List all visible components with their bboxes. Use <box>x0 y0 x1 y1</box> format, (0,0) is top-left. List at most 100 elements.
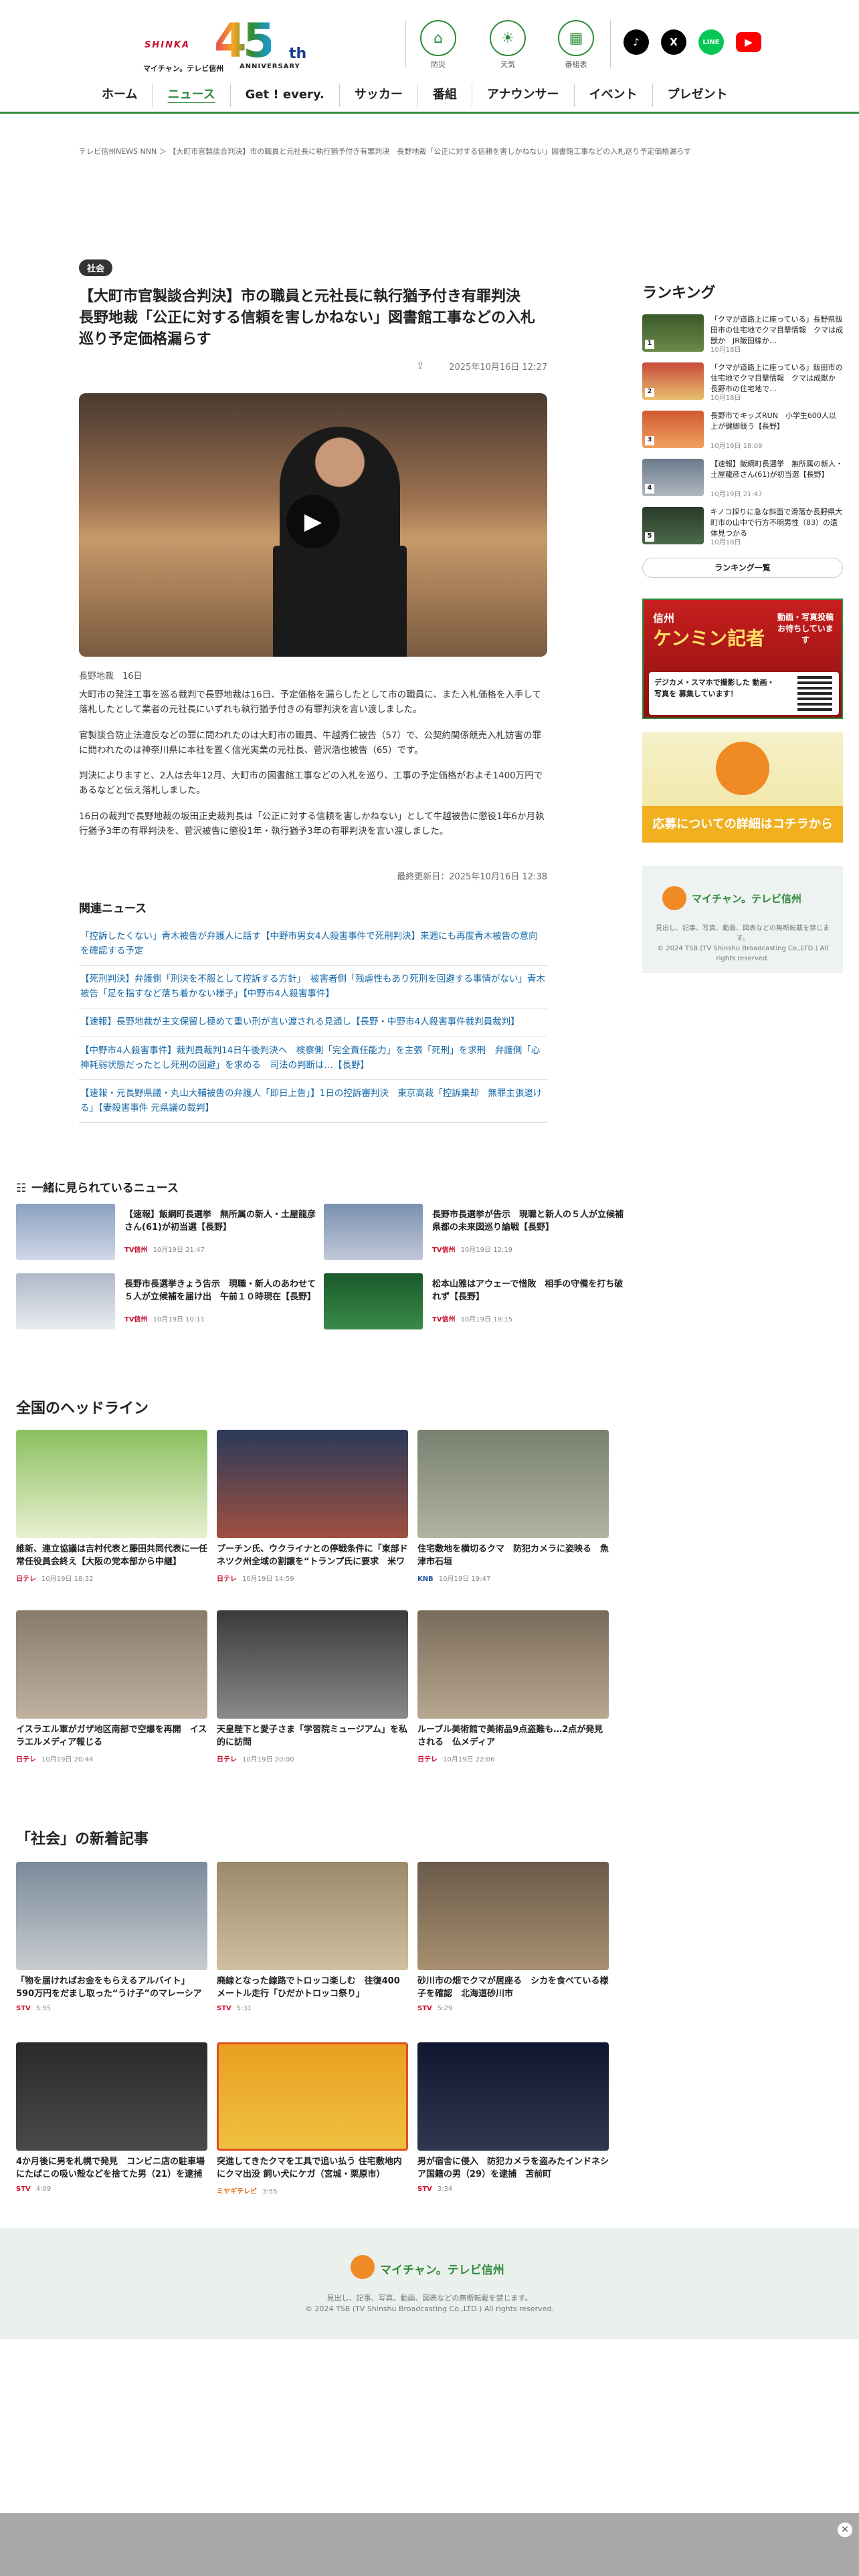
headline-card[interactable]: ルーブル美術館で美術品9点盗難も…2点が発見される 仏メディア 日テレ 10月19… <box>417 1610 609 1764</box>
headline-thumbnail <box>417 1430 609 1538</box>
related-link[interactable]: 【速報・元長野県議・丸山大輔被告の弁護人「即日上告」】1日の控訴審判決 東京高裁… <box>79 1080 547 1123</box>
headline-card[interactable]: プーチン氏、ウクライナとの停戦条件に「東部ドネツク州全域の割譲を“トランプ氏に要… <box>217 1430 408 1584</box>
headline-meta: KNB 10月19日 19:47 <box>417 1573 490 1583</box>
nav-programs[interactable]: 番組 <box>418 84 472 107</box>
society-meta: ミヤギテレビ 3:55 <box>217 2185 277 2195</box>
video-player[interactable]: ▶ <box>79 393 547 657</box>
headline-thumbnail <box>217 1430 408 1538</box>
recommend-text: 長野市長選挙きょう告示 現職・新人のあわせて５人が立候補を届け出 午前１０時現在… <box>124 1279 316 1302</box>
weather-icon: ☀ <box>490 20 526 56</box>
recommend-thumbnail <box>324 1204 423 1260</box>
line-icon[interactable]: LINE <box>698 29 724 55</box>
society-card[interactable]: 男が宿舎に侵入 防犯カメラを盗みたインドネシア国籍の男（29）を逮捕 苫前町 S… <box>417 2042 609 2196</box>
article-body: 大町市の発注工事を巡る裁判で長野地裁は16日、予定価格を漏らしたとして市の職員に… <box>79 687 547 849</box>
ranking-item[interactable]: 2 「クマが道路上に座っている」飯田市の住宅地でクマ目撃情報 クマは成獣か 長野… <box>642 362 843 402</box>
logo-number: 45 <box>214 15 275 67</box>
ranking-text: 【速報】飯綱町長選挙 無所属の新人・土屋龍彦さん(61)が初当選【長野】 <box>710 459 843 479</box>
article-paragraph: 16日の裁判で長野地裁の坂田正史裁判長は「公正に対する信頼を害しかねない」として… <box>79 811 545 837</box>
society-thumbnail <box>417 1862 609 1970</box>
nav-get-every[interactable]: Get ! every. <box>231 84 340 107</box>
nav-news[interactable]: ニュース <box>153 84 231 107</box>
disaster-icon: ⌂ <box>420 20 456 56</box>
headline-text: プーチン氏、ウクライナとの停戦条件に「東部ドネツク州全域の割譲を“トランプ氏に要… <box>217 1544 408 1567</box>
nav-events[interactable]: イベント <box>575 84 653 107</box>
ranking-item[interactable]: 1 「クマが道路上に座っている」長野県飯田市の住宅地でクマ目撃情報 クマは成獣か… <box>642 314 843 354</box>
headline-card[interactable]: 維新、連立協議は吉村代表と藤田共同代表に一任 常任役員会終え【大阪の党本部から中… <box>16 1430 207 1584</box>
source-logo: TV信州 <box>124 1247 148 1254</box>
recommend-item[interactable]: 松本山雅はアウェーで惜敗 相手の守備を打ち破れず【長野】 TV信州 10月19日 … <box>324 1273 632 1329</box>
nav-soccer[interactable]: サッカー <box>340 84 418 107</box>
recommend-item[interactable]: 【速報】飯綱町長選挙 無所属の新人・土屋龍彦さん(61)が初当選【長野】 TV信… <box>16 1204 324 1260</box>
weather-link[interactable]: ☀ 天気 <box>484 20 531 70</box>
recommend-heading-text: 一緒に見られているニュース <box>31 1182 179 1195</box>
site-header: SHINKA 45 th マイチャン。テレビ信州 ANNIVERSARY ⌂ 防… <box>0 0 859 114</box>
recommend-item[interactable]: 長野市長選挙が告示 現職と新人の５人が立候補 県都の未来図巡り論戦【長野】 TV… <box>324 1204 632 1260</box>
society-card[interactable]: 廃線となった線路でトロッコ楽しむ 往復400メートル走行「ひだかトロッコ祭り」 … <box>217 1862 408 2016</box>
tiktok-icon[interactable]: ♪ <box>624 29 649 55</box>
headline-card[interactable]: 住宅敷地を横切るクマ 防犯カメラに姿映る 魚津市石垣 KNB 10月19日 19:… <box>417 1430 609 1584</box>
source-logo: 日テレ <box>217 1576 237 1583</box>
headline-card[interactable]: イスラエル軍がガザ地区南部で空爆を再開 イスラエルメディア報じる 日テレ 10月1… <box>16 1610 207 1764</box>
nav-announcers[interactable]: アナウンサー <box>472 84 575 107</box>
recommend-meta: TV信州 10月19日 21:47 <box>124 1244 205 1254</box>
close-icon[interactable]: ✕ <box>838 2523 852 2537</box>
source-logo: STV <box>16 2185 31 2193</box>
related-link[interactable]: 【死刑判決】弁護側「刑決を不服として控訴する方針」 被害者側「残虐性もあり死刑を… <box>79 966 547 1009</box>
headline-meta: 日テレ 10月19日 20:44 <box>16 1753 93 1763</box>
society-text: 突進してきたクマを工具で追い払う 住宅敷地内にクマ出没 飼い犬にケガ（宮城・栗原… <box>217 2157 402 2179</box>
ranking-text: キノコ採りに急な斜面で滑落か長野県大町市の山中で行方不明男性（83）の遺体見つか… <box>710 508 843 538</box>
nav-home[interactable]: ホーム <box>87 84 153 107</box>
site-logo[interactable]: SHINKA 45 th マイチャン。テレビ信州 ANNIVERSARY <box>140 13 314 73</box>
ranking-item[interactable]: 5 キノコ採りに急な斜面で滑落か長野県大町市の山中で行方不明男性（83）の遺体見… <box>642 507 843 546</box>
footer-name[interactable]: マイチャン。テレビ信州 <box>380 2260 504 2277</box>
headline-meta: 日テレ 10月19日 22:06 <box>417 1753 494 1763</box>
kenmin-apply-banner[interactable]: 応募についての詳細はコチラから <box>642 732 843 843</box>
source-logo: KNB <box>417 1576 434 1583</box>
ranking-item[interactable]: 3 長野市でキッズRUN 小学生600人以上が健脚競う【長野】 10月19日 1… <box>642 411 843 450</box>
society-card[interactable]: 突進してきたクマを工具で追い払う 住宅敷地内にクマ出没 飼い犬にケガ（宮城・栗原… <box>217 2042 408 2196</box>
video-thumbnail-monitor <box>273 546 407 657</box>
society-meta: STV 5:55 <box>16 2005 51 2012</box>
kenmin-reporter-banner[interactable]: 信州 ケンミン記者 動画・写真投稿お待ちしています デジカメ・スマホで撮影した … <box>642 599 843 719</box>
source-logo: ミヤギテレビ <box>217 2188 257 2195</box>
related-heading: 関連ニュース <box>79 902 147 916</box>
society-card[interactable]: 砂川市の畑でクマが居座る シカを食べている様子を確認 北海道砂川市 STV 5:2… <box>417 1862 609 2016</box>
ranking-list-button[interactable]: ランキング一覧 <box>642 558 843 578</box>
headline-date: 10月19日 20:44 <box>41 1756 94 1763</box>
headline-text: 住宅敷地を横切るクマ 防犯カメラに姿映る 魚津市石垣 <box>417 1544 609 1567</box>
society-card[interactable]: 4か月後に男を札幌で発見 コンビニ店の駐車場にたばこの吸い殻などを捨てた男（21… <box>16 2042 207 2196</box>
related-link[interactable]: 【速報】長野地裁が主文保留し極めて重い刑が言い渡される見通し【長野・中野市4人殺… <box>79 1008 547 1037</box>
disaster-link[interactable]: ⌂ 防災 <box>415 20 462 70</box>
society-meta: STV 5:29 <box>417 2005 452 2012</box>
x-icon[interactable]: X <box>661 29 686 55</box>
headline-card[interactable]: 天皇陛下と愛子さま「学習院ミュージアム」を私的に訪問 日テレ 10月19日 20:… <box>217 1610 408 1764</box>
play-icon[interactable]: ▶ <box>286 495 340 548</box>
recommend-item[interactable]: 長野市長選挙きょう告示 現職・新人のあわせて５人が立候補を届け出 午前１０時現在… <box>16 1273 324 1329</box>
ranking-item[interactable]: 4 【速報】飯綱町長選挙 無所属の新人・土屋龍彦さん(61)が初当選【長野】 1… <box>642 459 843 498</box>
society-card[interactable]: 「物を届ければお金をもらえるアルバイト」590万円をだまし取った“うけ子”のマレ… <box>16 1862 207 2016</box>
logo-name: マイチャン。テレビ信州 <box>143 64 224 73</box>
category-badge[interactable]: 社会 <box>79 259 113 276</box>
society-thumbnail <box>16 2042 207 2151</box>
headline-date: 10月19日 20:00 <box>242 1756 294 1763</box>
society-thumbnail <box>217 1862 408 1970</box>
source-logo: STV <box>417 2185 432 2193</box>
apply-cta[interactable]: 応募についての詳細はコチラから <box>642 806 843 843</box>
headline-thumbnail <box>417 1610 609 1719</box>
ranking-date: 10月19日 18:09 <box>710 443 763 450</box>
schedule-label: 番組表 <box>565 60 587 69</box>
schedule-link[interactable]: ▦ 番組表 <box>553 20 599 70</box>
breadcrumb[interactable]: テレビ信州NEWS NNN ＞ 【大町市官製談合判決】市の職員と元社長に執行猶予… <box>79 146 788 156</box>
nav-presents[interactable]: プレゼント <box>653 84 743 107</box>
recommend-meta: TV信州 10月19日 19:15 <box>432 1313 512 1323</box>
youtube-icon[interactable]: ▶ <box>736 32 761 52</box>
headline-meta: 日テレ 10月19日 14:59 <box>217 1573 294 1583</box>
headline-date: 10月19日 14:59 <box>242 1576 294 1583</box>
society-date: 3:34 <box>437 2185 453 2193</box>
recommend-meta: TV信州 10月19日 10:11 <box>124 1313 205 1323</box>
society-text: 男が宿舎に侵入 防犯カメラを盗みたインドネシア国籍の男（29）を逮捕 苫前町 <box>417 2157 609 2179</box>
related-link[interactable]: 【中野市4人殺害事件】裁判員裁判14日午後判決へ 検察側「完全責任能力」を主張「… <box>79 1037 547 1081</box>
logo-brand: SHINKA <box>145 40 191 50</box>
ranking-date: 10月19日 21:47 <box>710 491 763 498</box>
related-link[interactable]: 「控訴したくない」青木被告が弁護人に話す【中野市男女4人殺害事件で死刑判決】来週… <box>79 923 547 966</box>
